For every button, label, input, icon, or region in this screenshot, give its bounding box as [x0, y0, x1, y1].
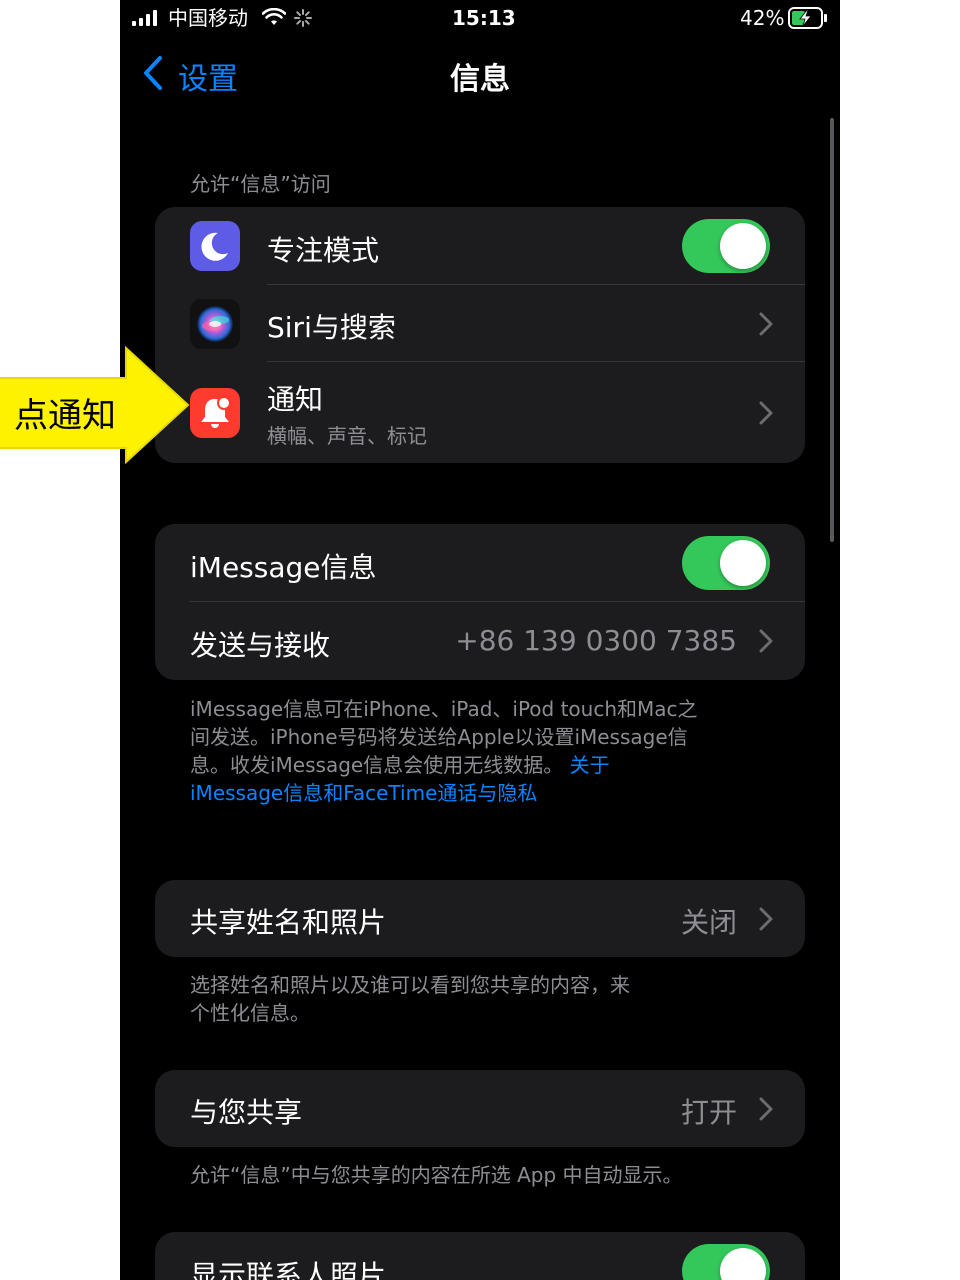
chevron-right-icon: [759, 907, 773, 931]
navigation-bar: 设置 信息: [120, 40, 840, 104]
carrier-name: 中国移动: [168, 6, 248, 30]
show-contact-photos-label: 显示联系人照片: [190, 1259, 387, 1280]
focus-app-icon: [190, 221, 240, 271]
battery-percentage: 42%: [740, 6, 785, 30]
shared-with-you-label: 与您共享: [190, 1096, 303, 1129]
status-bar: 中国移动 15:13 42%: [120, 0, 840, 36]
send-receive-row[interactable]: 发送与接收 +86 139 0300 7385: [155, 602, 805, 680]
toggle-knob: [720, 1248, 766, 1280]
share-name-footer-line: 选择姓名和照片以及谁可以看到您共享的内容，来: [190, 973, 630, 997]
imessage-group: iMessage信息 发送与接收 +86 139 0300 7385: [155, 524, 805, 680]
share-name-photo-label: 共享姓名和照片: [190, 906, 387, 939]
scroll-indicator[interactable]: [830, 118, 834, 542]
chevron-right-icon: [759, 1097, 773, 1121]
toggle-knob: [720, 540, 766, 586]
chevron-right-icon: [759, 629, 773, 653]
chevron-right-icon: [759, 312, 773, 336]
focus-row-label: 专注模式: [267, 234, 380, 267]
imessage-footer-line-text: 息。收发iMessage信息会使用无线数据。: [190, 753, 564, 777]
contact-photos-group: 显示联系人照片: [155, 1232, 805, 1280]
show-contact-photos-toggle[interactable]: [682, 1244, 770, 1280]
imessage-footer-line: iMessage信息可在iPhone、iPad、iPod touch和Mac之: [190, 697, 698, 721]
chevron-right-icon: [759, 401, 773, 425]
page-title: 信息: [450, 62, 510, 97]
status-time: 15:13: [452, 6, 516, 30]
about-privacy-link[interactable]: 关于: [570, 753, 610, 777]
send-receive-row-label: 发送与接收: [190, 629, 331, 662]
notifications-row-label: 通知: [267, 383, 324, 416]
shared-with-you-row[interactable]: 与您共享 打开: [155, 1070, 805, 1147]
activity-spinner-icon: [294, 9, 312, 27]
imessage-facetime-privacy-link[interactable]: iMessage信息和FaceTime通话与隐私: [190, 779, 780, 807]
moon-icon: [201, 232, 228, 261]
annotation-text: 点通知: [14, 396, 116, 436]
focus-toggle[interactable]: [682, 219, 770, 273]
wifi-icon: [262, 8, 286, 25]
imessage-toggle[interactable]: [682, 536, 770, 590]
share-name-photo-row[interactable]: 共享姓名和照片 关闭: [155, 880, 805, 957]
siri-search-row[interactable]: Siri与搜索: [155, 285, 805, 362]
toggle-knob: [720, 223, 766, 269]
imessage-row-label: iMessage信息: [190, 551, 377, 584]
share-name-footer-line: 个性化信息。: [190, 1001, 310, 1025]
section-header-allow-access: 允许“信息”访问: [190, 172, 331, 196]
shared-with-you-value: 打开: [680, 1096, 737, 1129]
imessage-row: iMessage信息: [155, 524, 805, 602]
battery-charging-icon: [788, 7, 827, 29]
focus-row: 专注模式: [155, 207, 805, 285]
allow-access-group: 专注模式 Siri与搜索 通知 横幅、声音、标记: [155, 207, 805, 463]
share-name-photo-footer: 选择姓名和照片以及谁可以看到您共享的内容，来 个性化信息。: [190, 971, 780, 1027]
imessage-footer-line: 息。收发iMessage信息会使用无线数据。 关于: [190, 751, 780, 779]
siri-row-label: Siri与搜索: [267, 311, 396, 344]
show-contact-photos-row: 显示联系人照片: [155, 1232, 805, 1280]
share-name-photo-value: 关闭: [680, 906, 737, 939]
share-name-photo-group: 共享姓名和照片 关闭: [155, 880, 805, 957]
shared-with-you-group: 与您共享 打开: [155, 1070, 805, 1147]
phone-screen: 中国移动 15:13 42% 设置 信息 允许“信息”访问 专注模式 Siri与…: [120, 0, 840, 1280]
send-receive-phone-number: +86 139 0300 7385: [455, 624, 737, 657]
imessage-footer: iMessage信息可在iPhone、iPad、iPod touch和Mac之 …: [190, 695, 780, 807]
shared-with-you-footer: 允许“信息”中与您共享的内容在所选 App 中自动显示。: [190, 1163, 683, 1187]
imessage-footer-line: 间发送。iPhone号码将发送给Apple以设置iMessage信: [190, 725, 688, 749]
cellular-signal-icon: [132, 10, 157, 26]
notifications-row[interactable]: 通知 横幅、声音、标记: [155, 362, 805, 463]
notifications-row-sublabel: 横幅、声音、标记: [267, 424, 427, 448]
